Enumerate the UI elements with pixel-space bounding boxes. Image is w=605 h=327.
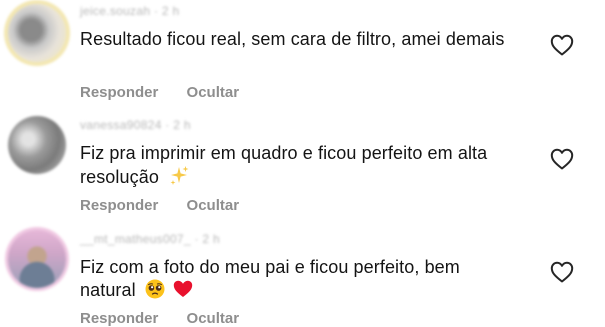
sparkles-emoji <box>170 166 189 185</box>
comment-text: Fiz com a foto do meu pai e ficou perfei… <box>80 256 520 302</box>
hide-button[interactable]: Ocultar <box>187 197 240 214</box>
avatar[interactable] <box>8 4 66 62</box>
hide-button[interactable]: Ocultar <box>187 310 240 327</box>
comment-username[interactable]: jeice.souzah · 2 h <box>80 4 179 18</box>
comment-actions: Responder Ocultar <box>80 84 239 101</box>
heart-outline-icon[interactable] <box>550 34 574 56</box>
comment-text: Resultado ficou real, sem cara de filtro… <box>80 28 520 51</box>
pleading-face-emoji <box>145 279 165 299</box>
comment-actions: Responder Ocultar <box>80 197 239 214</box>
comment-username[interactable]: vanessa90824 · 2 h <box>80 118 191 132</box>
avatar[interactable] <box>8 230 66 288</box>
comment-text-content: Fiz com a foto do meu pai e ficou perfei… <box>80 257 460 300</box>
reply-button[interactable]: Responder <box>80 197 158 214</box>
red-heart-emoji <box>173 280 193 297</box>
comment-text-content: Fiz pra imprimir em quadro e ficou perfe… <box>80 143 488 187</box>
reply-button[interactable]: Responder <box>80 84 158 101</box>
heart-outline-icon[interactable] <box>550 148 574 170</box>
comment-actions: Responder Ocultar <box>80 310 239 327</box>
hide-button[interactable]: Ocultar <box>187 84 240 101</box>
avatar[interactable] <box>8 116 66 174</box>
comment-username[interactable]: __mt_matheus007_ · 2 h <box>80 232 220 246</box>
comment-text-content: Resultado ficou real, sem cara de filtro… <box>80 29 505 49</box>
comment-text: Fiz pra imprimir em quadro e ficou perfe… <box>80 142 520 189</box>
heart-outline-icon[interactable] <box>550 261 574 283</box>
reply-button[interactable]: Responder <box>80 310 158 327</box>
